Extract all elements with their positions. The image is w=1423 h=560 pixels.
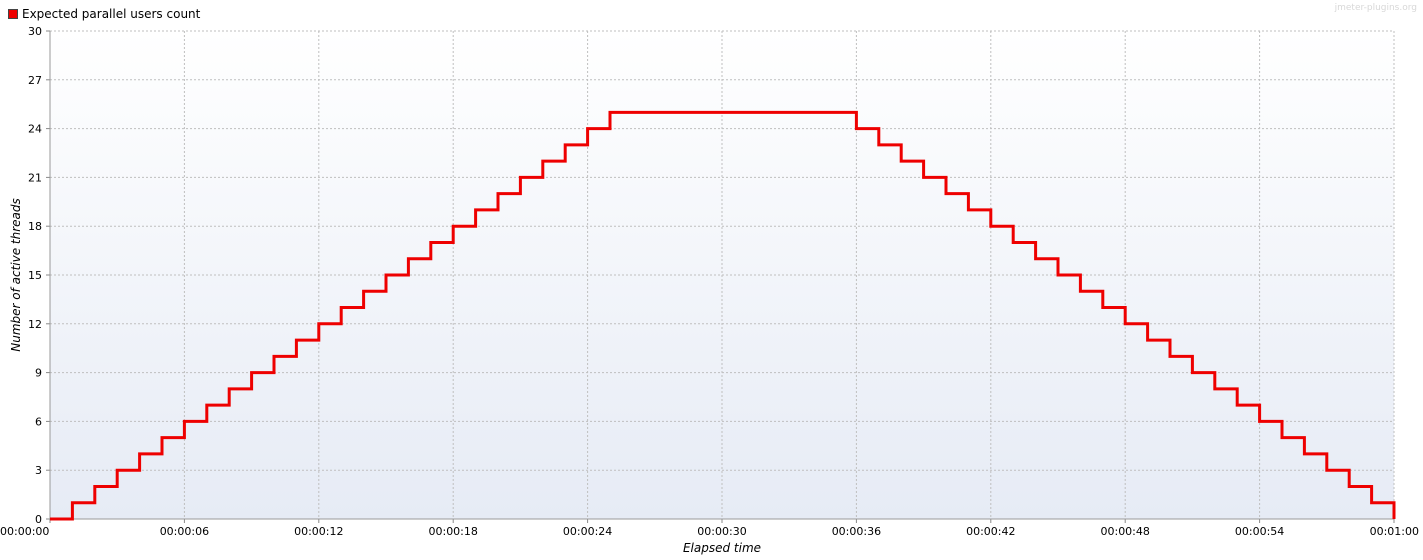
y-tick-label: 12 xyxy=(28,318,42,331)
x-tick-label: 00:00:18 xyxy=(428,525,477,538)
legend-swatch xyxy=(8,9,18,19)
watermark: jmeter-plugins.org xyxy=(1334,3,1417,13)
y-tick-label: 3 xyxy=(35,464,42,477)
x-axis-label: Elapsed time xyxy=(683,541,761,555)
y-tick-label: 30 xyxy=(28,25,42,38)
x-tick-label: 00:00:06 xyxy=(160,525,209,538)
x-tick-label: 00:00:42 xyxy=(966,525,1015,538)
y-tick-label: 24 xyxy=(28,123,42,136)
x-tick-label: 00:01:00 xyxy=(1370,525,1419,538)
y-tick-label: 21 xyxy=(28,171,42,184)
y-tick-label: 6 xyxy=(35,415,42,428)
legend-label: Expected parallel users count xyxy=(22,7,201,21)
x-tick-label: 00:00:00 xyxy=(0,525,49,538)
legend: Expected parallel users count xyxy=(8,7,200,21)
y-axis-label: Number of active threads xyxy=(9,198,23,352)
y-tick-label: 18 xyxy=(28,220,42,233)
x-tick-label: 00:00:54 xyxy=(1235,525,1284,538)
x-tick-label: 00:00:12 xyxy=(294,525,343,538)
y-tick-label: 9 xyxy=(35,367,42,380)
x-tick-label: 00:00:48 xyxy=(1100,525,1149,538)
y-tick-label: 27 xyxy=(28,74,42,87)
x-tick-label: 00:00:36 xyxy=(832,525,881,538)
x-tick-label: 00:00:30 xyxy=(697,525,746,538)
x-tick-label: 00:00:24 xyxy=(563,525,612,538)
chart: 03691215182124273000:00:00 00:00:06 00:00:… xyxy=(0,25,1419,555)
y-tick-label: 15 xyxy=(28,269,42,282)
